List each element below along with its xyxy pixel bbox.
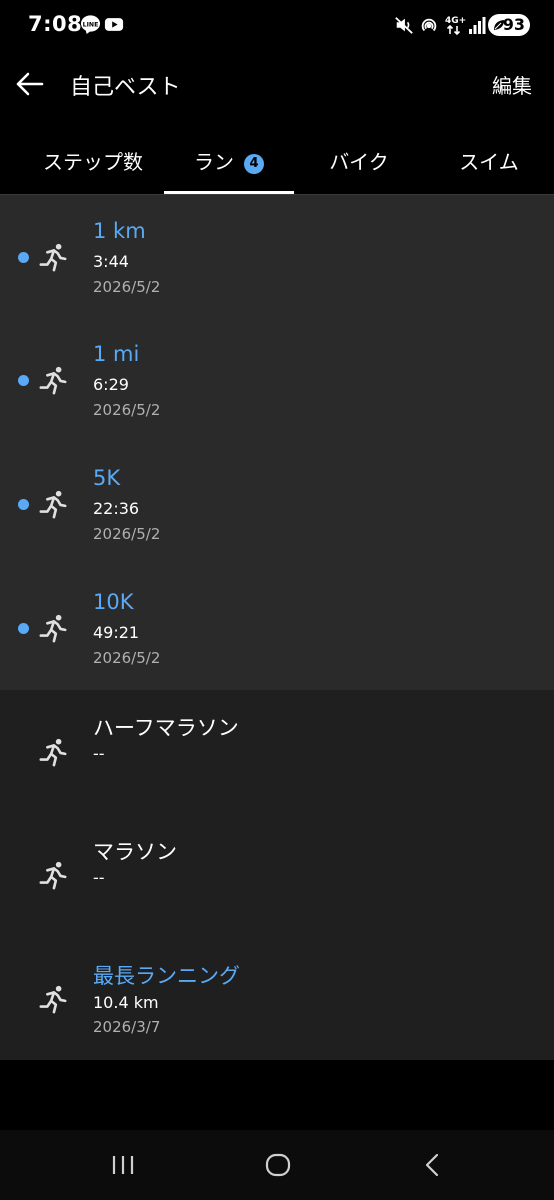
record-title: マラソン [93, 840, 177, 864]
arrow-back-icon [16, 72, 44, 96]
home-icon[interactable] [263, 1150, 293, 1180]
record-row-half-marathon[interactable]: ハーフマラソン -- [0, 690, 554, 814]
record-value: -- [93, 744, 105, 763]
signal-icon [469, 17, 486, 34]
record-value: 22:36 [93, 499, 140, 518]
running-icon [39, 366, 67, 395]
tab-label: バイク [329, 150, 389, 174]
system-nav-bar [0, 1130, 554, 1200]
count-badge: 4 [244, 154, 264, 174]
running-icon [39, 861, 67, 890]
record-title: 最長ランニング [93, 964, 240, 988]
record-value: 3:44 [93, 252, 129, 271]
status-bar: 7:08 LINE 4G+ 93 [0, 0, 554, 52]
record-date: 2026/5/2 [93, 525, 161, 543]
new-record-dot [18, 375, 29, 386]
record-title: ハーフマラソン [93, 716, 239, 740]
back-nav-icon[interactable] [418, 1150, 448, 1180]
edit-button[interactable]: 編集 [492, 70, 532, 99]
hotspot-icon [421, 18, 437, 32]
youtube-icon [104, 18, 124, 31]
record-row-5k[interactable]: 5K 22:36 2026/5/2 [0, 443, 554, 567]
record-date: 2026/5/2 [93, 278, 161, 296]
record-title: 1 mi [93, 342, 140, 366]
new-record-dot [18, 252, 29, 263]
tab-label: スイム [459, 150, 519, 174]
running-icon [39, 614, 67, 643]
power-saving-leaf-icon [494, 20, 504, 30]
tab-swim[interactable]: スイム [424, 124, 554, 194]
record-date: 2026/5/2 [93, 649, 161, 667]
running-icon [39, 985, 67, 1014]
tab-steps[interactable]: ステップ数 [28, 124, 158, 194]
record-value: -- [93, 868, 105, 887]
selected-tab-indicator [164, 191, 294, 194]
status-time: 7:08 [28, 12, 83, 36]
recents-icon[interactable] [108, 1150, 138, 1180]
record-value: 6:29 [93, 375, 129, 394]
new-record-dot [18, 499, 29, 510]
running-icon [39, 243, 67, 272]
tab-label-with-badge: ラン 4 [164, 146, 294, 175]
line-icon: LINE [80, 15, 101, 35]
running-icon [39, 738, 67, 767]
record-value: 49:21 [93, 623, 140, 642]
tab-bike[interactable]: バイク [294, 124, 424, 194]
record-title: 5K [93, 466, 121, 490]
record-date: 2026/5/2 [93, 401, 161, 419]
new-record-dot [18, 623, 29, 634]
record-row-1mi[interactable]: 1 mi 6:29 2026/5/2 [0, 319, 554, 443]
page-title: 自己ベスト [70, 75, 181, 100]
achieved-records-section: 1 km 3:44 2026/5/2 1 mi 6:29 2026/5/2 5K… [0, 195, 554, 690]
record-row-10k[interactable]: 10K 49:21 2026/5/2 [0, 567, 554, 691]
record-row-1km[interactable]: 1 km 3:44 2026/5/2 [0, 195, 554, 319]
tab-bar: ステップ数 ラン 4 バイク スイム [0, 124, 554, 195]
battery-level: 93 [502, 15, 525, 34]
tab-label: ステップ数 [43, 150, 143, 174]
record-row-longest-run[interactable]: 最長ランニング 10.4 km 2026/3/7 [0, 938, 554, 1062]
running-icon [39, 490, 67, 519]
svg-text:4G+: 4G+ [445, 16, 466, 26]
tab-label: ラン [194, 150, 234, 174]
record-row-marathon[interactable]: マラソン -- [0, 814, 554, 938]
app-bar: 自己ベスト 編集 [0, 52, 554, 116]
tab-run[interactable]: ラン 4 [164, 124, 294, 194]
record-value: 10.4 km [93, 993, 159, 1012]
mute-icon [395, 17, 413, 34]
svg-text:LINE: LINE [83, 21, 99, 28]
battery-indicator: 93 [488, 14, 530, 36]
record-title: 10K [93, 590, 134, 614]
network-4g-icon: 4G+ [445, 16, 466, 36]
record-date: 2026/3/7 [93, 1018, 161, 1036]
record-title: 1 km [93, 219, 146, 243]
other-records-section: ハーフマラソン -- マラソン -- 最長ランニング 10.4 km 2026/… [0, 690, 554, 1060]
back-button[interactable] [12, 62, 48, 106]
